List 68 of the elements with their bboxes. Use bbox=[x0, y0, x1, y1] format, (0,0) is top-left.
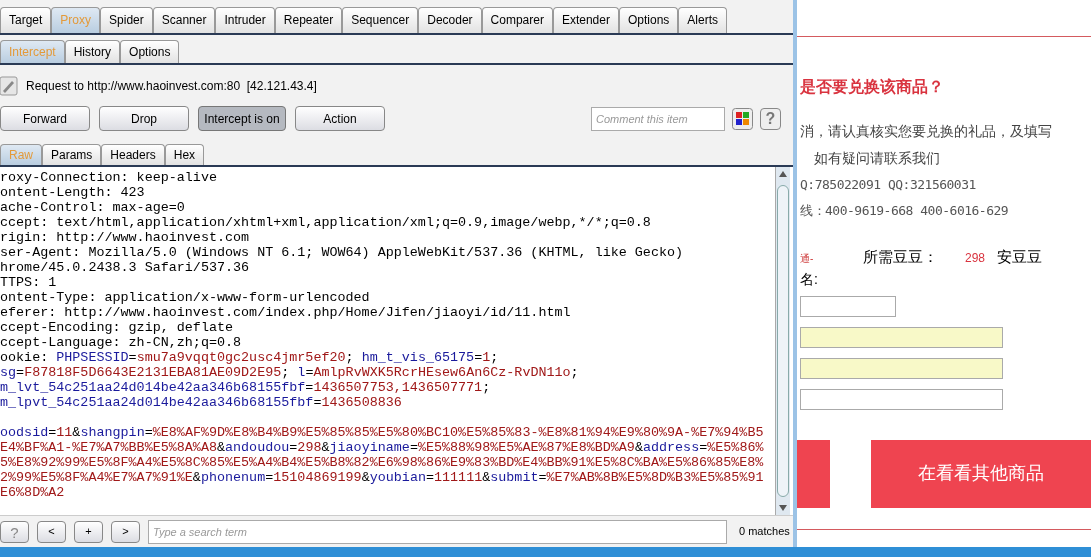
tab[interactable]: Params bbox=[42, 143, 102, 166]
tab[interactable]: Intruder bbox=[215, 7, 275, 33]
tab[interactable]: Hex bbox=[164, 143, 205, 166]
request-line: ontent-Type: application/x-www-form-urlencoded bbox=[0, 290, 371, 306]
notice-text: 消，请认真核实您要兑换的礼品，及填写 bbox=[800, 122, 1053, 141]
request-line: 5%E8%92%99%E5%8F%A4%E5%8C%85%E5%A4%B4%E5%B8%82%E6%98%86%E9%83%BD%E4%BB%91%E5%8C%BA%E5%86%85%E8% bbox=[0, 455, 765, 471]
tab[interactable]: Comparer bbox=[481, 7, 553, 33]
request-line: m_lvt_54c251aa24d014be42aa346b68155fbf=1436507753,1436507771; bbox=[0, 380, 492, 396]
confirm-title: 是否要兑换该商品？ bbox=[800, 77, 945, 97]
request-line: eferer: http://www.haoinvest.com/index.php/Home/Jifen/jiaoyi/id/11.html bbox=[0, 305, 572, 321]
request-line: ookie: PHPSESSID=smu7a9vqqt0gc2usc4jmr5ef20; hm_t_vis_65175=1; bbox=[0, 350, 500, 366]
contact-text: 线：400-9619-668 400-6016-629 bbox=[800, 201, 1010, 220]
cost-value: 298 bbox=[965, 250, 987, 267]
tab[interactable]: Extender bbox=[552, 7, 619, 33]
match-count: 0 matches bbox=[739, 524, 790, 540]
request-line: hrome/45.0.2438.3 Safari/537.36 bbox=[0, 260, 251, 276]
tab[interactable]: Repeater bbox=[274, 7, 343, 33]
scrollbar[interactable] bbox=[775, 167, 790, 516]
request-line: oodsid=11&shangpin=%E8%AF%9D%E8%B4%B9%E5%85%85%E5%80%BC10%E5%85%83-%E8%81%94%E9%80%9A-%E7%94%B5 bbox=[0, 425, 765, 441]
request-line: roxy-Connection: keep-alive bbox=[0, 170, 218, 186]
tab[interactable]: Headers bbox=[101, 143, 165, 166]
request-line: E6%8D%A2 bbox=[0, 485, 66, 501]
tab[interactable]: Options bbox=[618, 7, 679, 33]
request-line: ache-Control: max-age=0 bbox=[0, 200, 186, 216]
request-line: E4%BF%A1-%E7%A7%BB%E5%8A%A8&andoudou=298&jiaoyiname=%E5%88%98%E5%AE%87%E8%BD%A9&address=%E5%86% bbox=[0, 440, 765, 456]
request-target-text: Request to http://www.haoinvest.com:80 [42.121.43.4] bbox=[26, 78, 317, 96]
search-nav-button[interactable]: + bbox=[74, 520, 103, 543]
field-label: 名: bbox=[800, 269, 819, 289]
request-line: TTPS: 1 bbox=[0, 275, 58, 291]
search-nav-button[interactable]: > bbox=[111, 520, 140, 543]
request-line: ser-Agent: Mozilla/5.0 (Windows NT 6.1; WOW64) AppleWebKit/537.36 (KHTML, like Gecko) bbox=[0, 245, 685, 261]
intercept-toggle[interactable]: Intercept is on bbox=[198, 106, 286, 132]
search-field[interactable]: Type a search term bbox=[148, 519, 727, 544]
notice-text: 如有疑问请联系我们 bbox=[814, 149, 941, 168]
pencil-icon[interactable] bbox=[0, 76, 18, 97]
color-grid-icon[interactable] bbox=[732, 107, 753, 130]
input-field[interactable] bbox=[800, 326, 1003, 348]
request-line: 2%99%E5%8F%A4%E7%A7%91%E&phonenum=15104869199&youbian=111111&submit=%E7%AB%8B%E5%8D%B3%E5%85%91 bbox=[0, 470, 765, 486]
request-line: sg=F87818F5D6643E2131EBA81AE09D2E95; l=AmlpRvWXK5RcrHEsew6An6Cz-RvDN11o; bbox=[0, 365, 580, 381]
tab[interactable]: Spider bbox=[100, 7, 153, 33]
request-line: ccept-Encoding: gzip, deflate bbox=[0, 320, 235, 336]
input-field[interactable] bbox=[800, 388, 1003, 410]
request-line: rigin: http://www.haoinvest.com bbox=[0, 230, 251, 246]
product-tag: 通- bbox=[800, 251, 863, 266]
tab[interactable]: Decoder bbox=[418, 7, 482, 33]
tab[interactable]: Sequencer bbox=[342, 7, 419, 33]
action-button[interactable]: Action bbox=[295, 106, 385, 132]
comment-field[interactable]: Comment this item bbox=[591, 106, 725, 131]
other-products-button[interactable]: 在看看其他商品 bbox=[871, 439, 1091, 508]
request-line: ccept: text/html,application/xhtml+xml,application/xml;q=0.9,image/webp,*/*;q=0.8 bbox=[0, 215, 652, 231]
tab[interactable]: Target bbox=[0, 7, 52, 33]
contact-text: Q:785022091 QQ:321560031 bbox=[800, 176, 977, 194]
help-button[interactable]: ? bbox=[760, 107, 781, 130]
tab[interactable]: Options bbox=[120, 39, 180, 64]
action-button[interactable]: Drop bbox=[99, 106, 189, 132]
cost-label: 所需豆豆： bbox=[863, 247, 939, 267]
cost-unit: 安豆豆 bbox=[997, 247, 1042, 267]
request-line: ccept-Language: zh-CN,zh;q=0.8 bbox=[0, 335, 243, 351]
search-nav-button[interactable]: < bbox=[37, 520, 66, 543]
input-field[interactable] bbox=[800, 295, 896, 317]
action-button[interactable]: Forward bbox=[0, 106, 90, 132]
request-line: m_lpvt_54c251aa24d014be42aa346b68155fbf=1436508836 bbox=[0, 395, 403, 411]
scroll-thumb[interactable] bbox=[777, 185, 789, 498]
tab[interactable]: History bbox=[64, 39, 121, 64]
request-line: ontent-Length: 423 bbox=[0, 185, 146, 201]
tab[interactable]: Alerts bbox=[678, 7, 727, 33]
tab[interactable]: Scanner bbox=[152, 7, 216, 33]
input-field[interactable] bbox=[800, 357, 1003, 379]
